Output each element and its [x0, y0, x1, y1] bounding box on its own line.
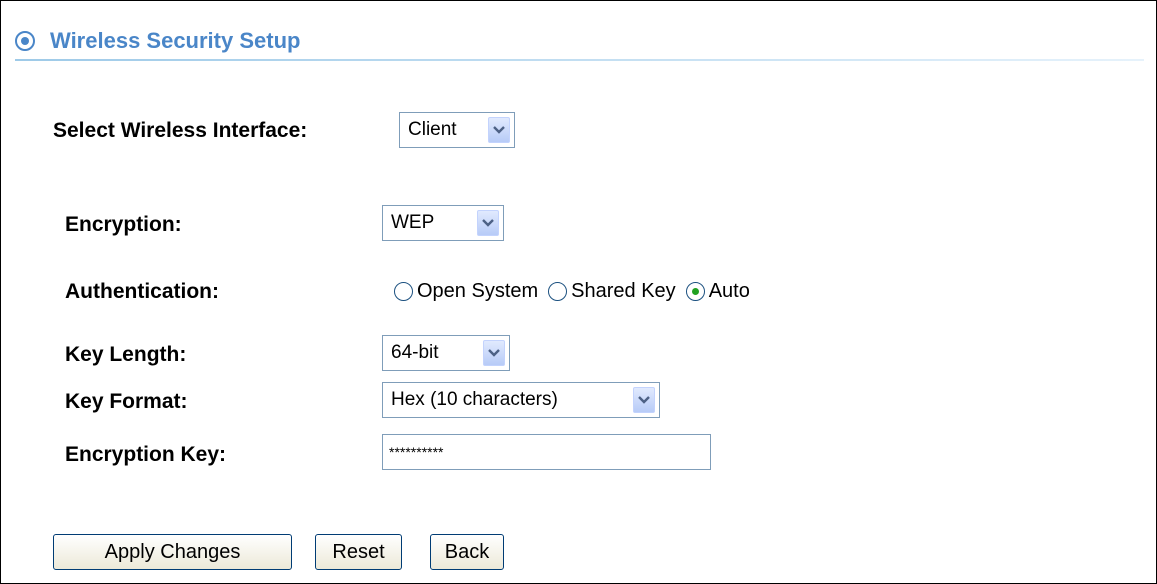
encryption-select[interactable]: WEP [382, 205, 504, 241]
section-header: Wireless Security Setup [15, 25, 300, 57]
page-frame: Wireless Security Setup Select Wireless … [0, 0, 1157, 584]
chevron-down-icon[interactable] [483, 340, 505, 366]
interface-label: Select Wireless Interface: [53, 119, 308, 142]
radio-target-icon [15, 31, 35, 51]
auth-option-auto[interactable]: Auto [685, 280, 750, 303]
header-divider [15, 59, 1144, 61]
reset-button[interactable]: Reset [315, 534, 402, 570]
page-title: Wireless Security Setup [50, 28, 301, 53]
auth-option-shared-key[interactable]: Shared Key [548, 280, 676, 303]
key-format-select-value: Hex (10 characters) [391, 389, 558, 410]
key-format-select[interactable]: Hex (10 characters) [382, 382, 660, 418]
radio-button[interactable] [394, 282, 413, 301]
interface-select-value: Client [408, 119, 457, 140]
apply-changes-button[interactable]: Apply Changes [53, 534, 292, 570]
radio-button[interactable] [548, 282, 568, 301]
auth-option-label: Auto [708, 280, 750, 302]
key-length-label: Key Length: [65, 343, 187, 366]
auth-option-label: Shared Key [571, 280, 676, 302]
interface-select[interactable]: Client [399, 112, 515, 148]
auth-option-label: Open System [417, 280, 539, 302]
radio-button-selected[interactable] [685, 282, 705, 301]
encryption-select-value: WEP [391, 212, 435, 233]
encryption-key-input[interactable] [382, 434, 711, 470]
chevron-down-icon[interactable] [488, 117, 510, 143]
key-length-select[interactable]: 64-bit [382, 335, 510, 371]
key-length-select-value: 64-bit [391, 342, 439, 363]
chevron-down-icon[interactable] [477, 210, 499, 236]
back-button[interactable]: Back [430, 534, 504, 570]
key-format-label: Key Format: [65, 390, 188, 413]
authentication-radio-group: Open System Shared Key Auto [394, 280, 760, 303]
encryption-label: Encryption: [65, 213, 182, 236]
authentication-label: Authentication: [65, 280, 219, 303]
chevron-down-icon[interactable] [633, 387, 655, 413]
auth-option-open-system[interactable]: Open System [394, 280, 538, 303]
encryption-key-label: Encryption Key: [65, 443, 227, 466]
